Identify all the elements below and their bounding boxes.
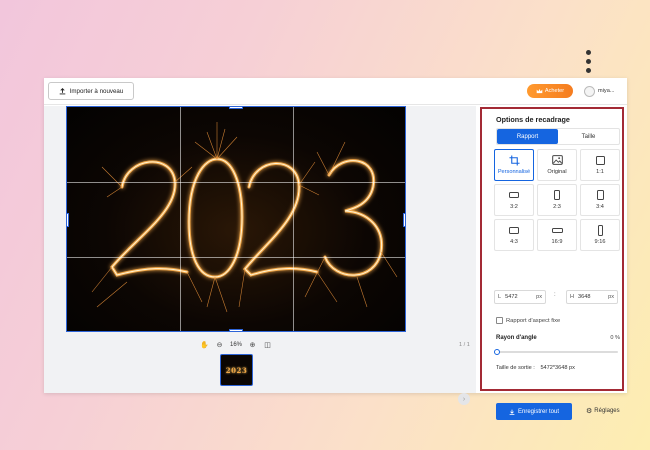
save-all-label: Enregistrer tout	[517, 408, 560, 415]
more-options-icon[interactable]	[584, 50, 592, 74]
ratio-label: 3:4	[596, 203, 604, 210]
settings-label: Réglages	[594, 408, 620, 414]
corner-radius-label: Rayon d'angle	[496, 335, 537, 341]
canvas-area: ✋ ⊖ 16% ⊕ ◫ 1 / 1 2023 ›	[44, 106, 476, 405]
download-icon	[509, 409, 515, 415]
zoom-in-icon[interactable]: ⊕	[248, 340, 257, 349]
ratio-label: 2:3	[553, 203, 561, 210]
image-thumbnail[interactable]: 2023	[220, 354, 253, 386]
image-icon	[551, 155, 563, 166]
zoom-level: 16%	[230, 341, 243, 348]
ratio-9-16[interactable]: 9:16	[580, 219, 620, 251]
reimport-label: Importer à nouveau	[69, 87, 124, 95]
crop-mode-tabs: Rapport Taille	[496, 128, 620, 145]
output-size: Taille de sortie : 5472*3648 px	[496, 365, 575, 371]
ratio-label: 3:2	[510, 203, 518, 210]
panel-title: Options de recadrage	[496, 115, 570, 124]
landscape-icon	[509, 225, 519, 236]
wide-icon	[551, 225, 563, 236]
hand-pan-icon[interactable]: ✋	[200, 340, 209, 349]
dimensions-row: L 5472 px : H 3648 px	[494, 290, 620, 305]
sparkler-2023-image	[91, 122, 398, 313]
corner-radius-slider[interactable]	[494, 349, 618, 355]
height-field[interactable]: H 3648 px	[566, 290, 618, 304]
crop-handle-left[interactable]	[67, 213, 69, 227]
output-value: 5472*3648 px	[540, 365, 575, 371]
link-ratio-icon[interactable]: :	[554, 292, 556, 298]
ratio-label: 16:9	[551, 238, 563, 245]
tab-taille[interactable]: Taille	[558, 129, 619, 144]
crop-handle-top[interactable]	[229, 107, 243, 109]
output-label: Taille de sortie :	[496, 365, 535, 371]
ratio-16-9[interactable]: 16:9	[537, 219, 577, 251]
ratio-label: 4:3	[510, 238, 518, 245]
portrait-icon	[554, 190, 560, 201]
ratio-3-2[interactable]: 3:2	[494, 184, 534, 216]
ratio-2-3[interactable]: 2:3	[537, 184, 577, 216]
upload-icon	[59, 87, 65, 94]
gear-icon: ⚙	[586, 408, 593, 415]
crop-icon	[508, 155, 520, 166]
crop-image[interactable]	[66, 106, 406, 332]
ratio-4-3[interactable]: 4:3	[494, 219, 534, 251]
crop-handle-bottom[interactable]	[229, 329, 243, 331]
width-prefix: L	[498, 294, 502, 300]
reimport-button[interactable]: Importer à nouveau	[48, 82, 134, 100]
ratio-label: 1:1	[596, 168, 604, 175]
height-value: 3648	[578, 294, 591, 300]
app-window: Importer à nouveau Acheter miya... ✋ ⊖ 1…	[44, 78, 627, 420]
checkbox-box[interactable]	[496, 317, 503, 324]
fixed-ratio-label: Rapport d'aspect fixe	[506, 317, 561, 324]
slider-knob[interactable]	[494, 349, 500, 355]
next-image-button[interactable]: ›	[458, 393, 470, 405]
zoom-toolbar: ✋ ⊖ 16% ⊕ ◫	[200, 340, 272, 349]
tall-icon	[597, 224, 603, 236]
page-counter: 1 / 1	[459, 342, 470, 348]
crop-options-panel: Options de recadrage Rapport Taille Pers…	[480, 107, 624, 420]
crown-icon	[536, 88, 543, 94]
zoom-out-icon[interactable]: ⊖	[215, 340, 224, 349]
ratio-label: Original	[547, 168, 567, 175]
thumbnail-text: 2023	[225, 365, 248, 375]
ratio-custom[interactable]: Personnalisé	[494, 149, 534, 181]
buy-label: Acheter	[544, 88, 565, 94]
user-name: miya...	[598, 88, 615, 94]
ratio-1-1[interactable]: 1:1	[580, 149, 620, 181]
width-value: 5472	[505, 294, 518, 300]
user-menu[interactable]: miya...	[584, 84, 614, 98]
fixed-ratio-checkbox[interactable]: Rapport d'aspect fixe	[496, 317, 560, 324]
tab-rapport[interactable]: Rapport	[497, 129, 558, 144]
portrait-icon	[596, 190, 604, 201]
ratio-3-4[interactable]: 3:4	[580, 184, 620, 216]
ratio-label: Personnalisé	[497, 168, 531, 175]
height-prefix: H	[570, 294, 575, 300]
square-icon	[595, 155, 605, 166]
ratio-label: 9:16	[594, 238, 606, 245]
fit-screen-icon[interactable]: ◫	[263, 340, 272, 349]
width-unit: px	[536, 294, 542, 300]
slider-track	[496, 351, 618, 353]
top-toolbar: Importer à nouveau Acheter miya...	[44, 78, 627, 105]
corner-radius-row: Rayon d'angle 0 %	[496, 335, 620, 341]
height-unit: px	[608, 294, 614, 300]
settings-button[interactable]: ⚙ Réglages	[586, 407, 620, 415]
ratio-grid: Personnalisé Original 1:1 3:2 2:3 3:4 4:…	[494, 149, 622, 251]
buy-button[interactable]: Acheter	[527, 84, 573, 98]
width-field[interactable]: L 5472 px	[494, 290, 546, 304]
corner-radius-value: 0 %	[610, 335, 620, 341]
avatar	[584, 85, 595, 97]
ratio-original[interactable]: Original	[537, 149, 577, 181]
landscape-icon	[509, 190, 519, 201]
crop-handle-right[interactable]	[403, 213, 405, 227]
save-all-button[interactable]: Enregistrer tout	[496, 403, 572, 420]
